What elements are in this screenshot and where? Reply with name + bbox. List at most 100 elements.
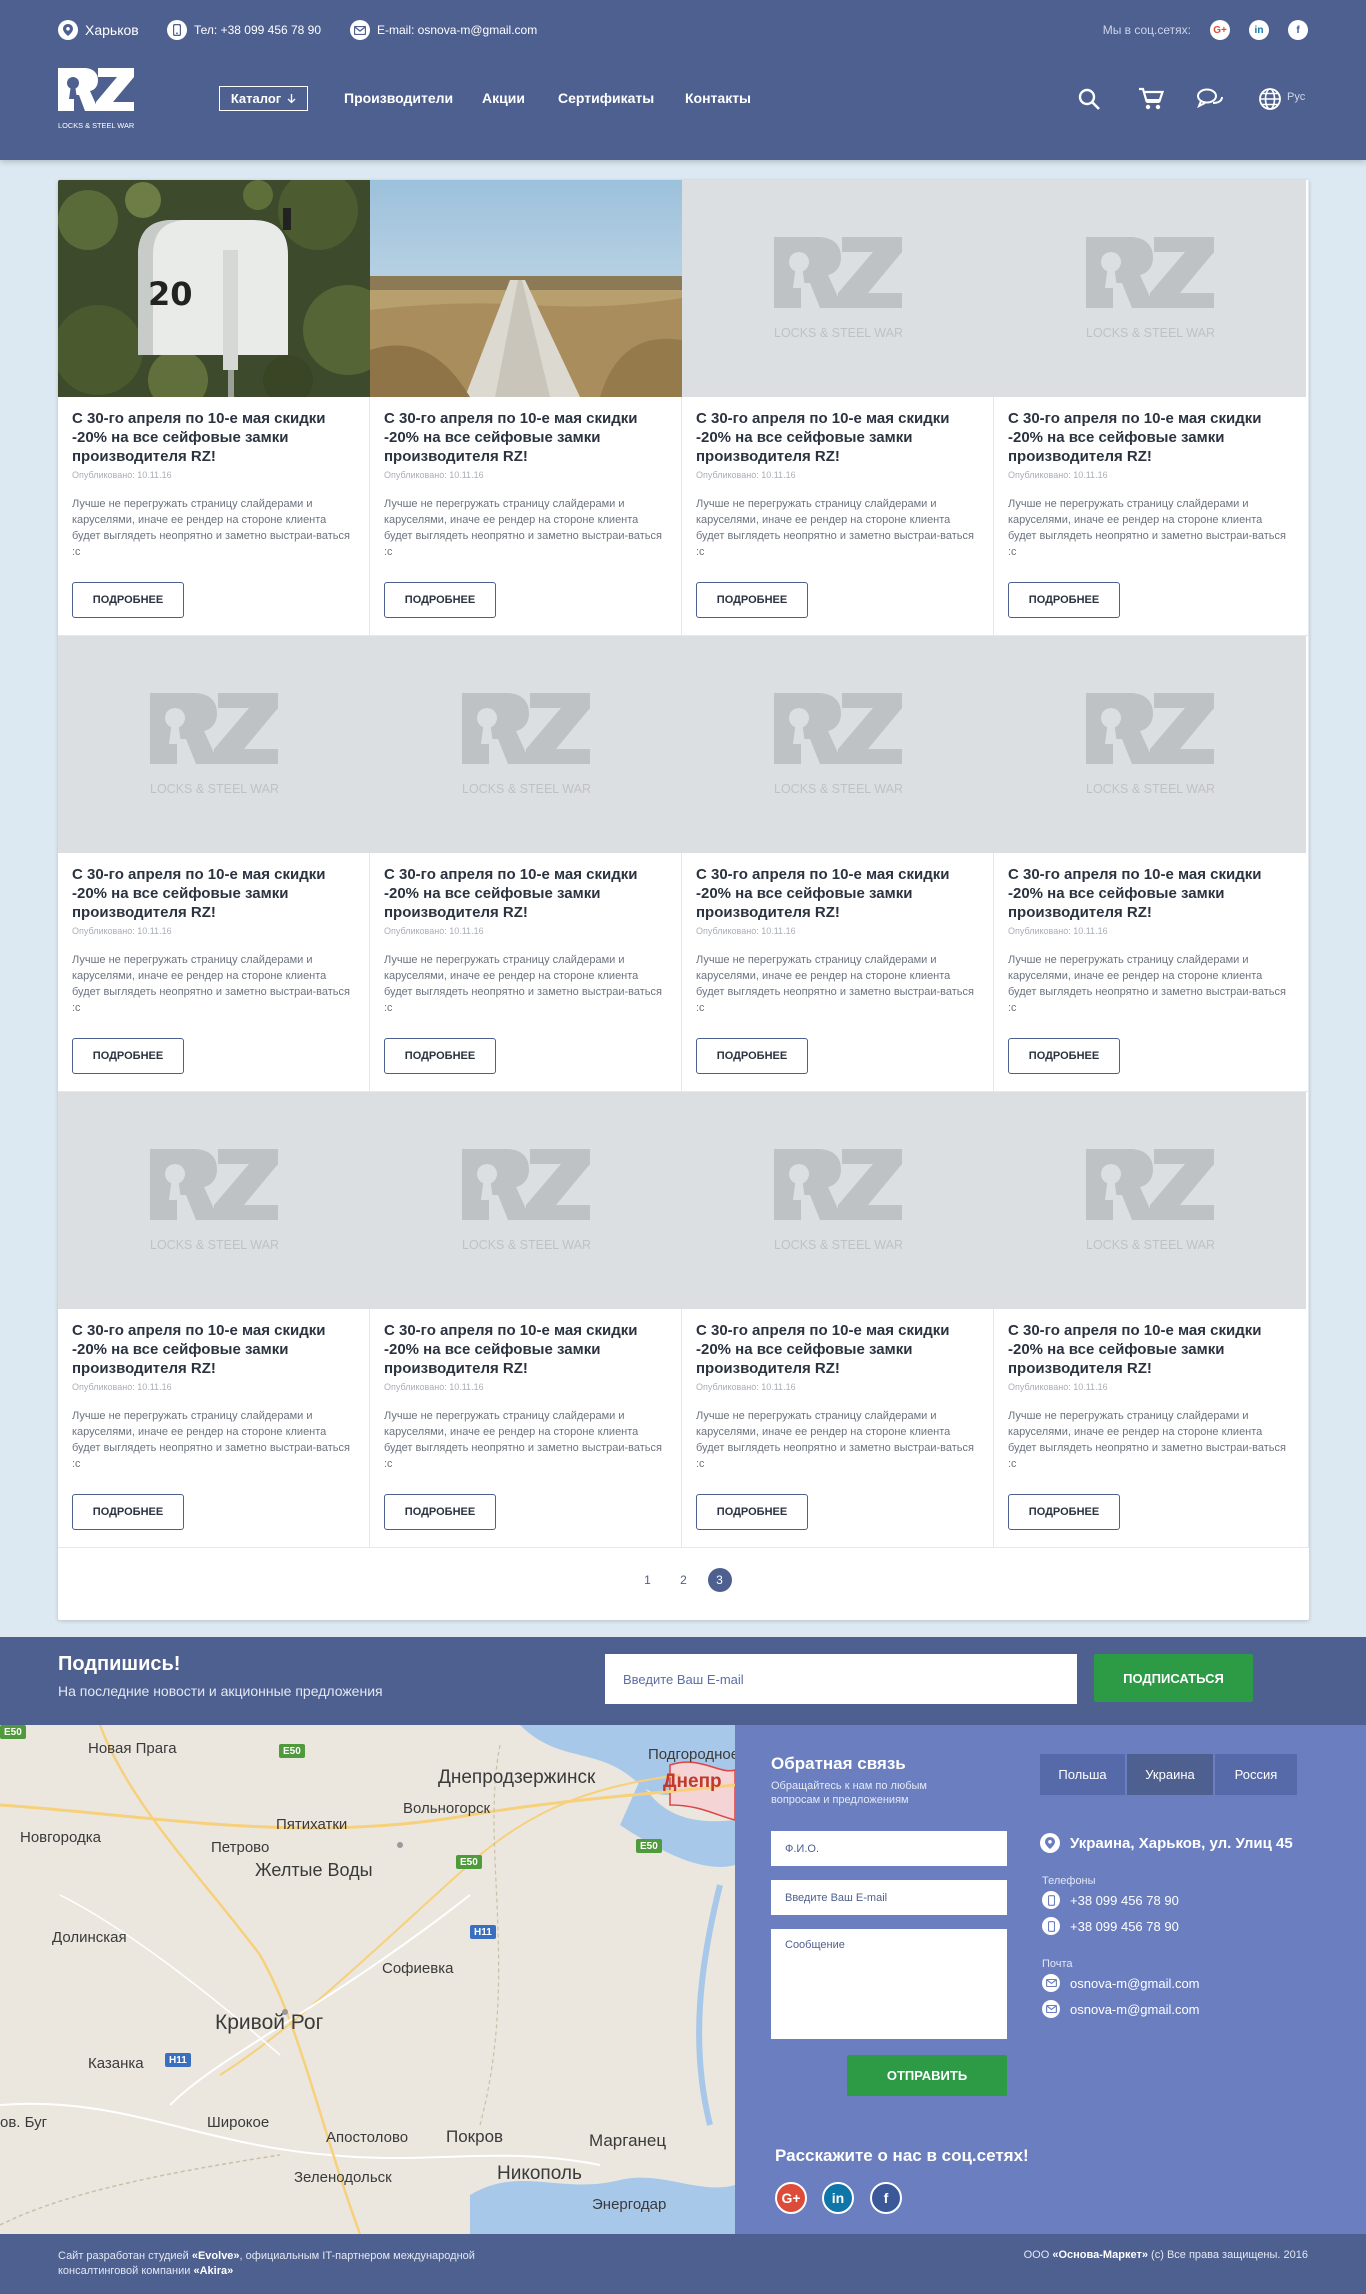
news-image-placeholder[interactable]: LOCKS & STEEL WARES: [370, 1092, 682, 1309]
nav-promotions[interactable]: Акции: [482, 90, 525, 106]
studio-link[interactable]: «Evolve»: [192, 2250, 240, 2262]
subscribe-bar: Подпишись! На последние новости и акцион…: [0, 1637, 1366, 1725]
map-city: Марганец: [589, 2131, 667, 2150]
subscribe-email-input[interactable]: [605, 1654, 1077, 1704]
map-city: Пятихатки: [276, 1816, 348, 1833]
read-more-button[interactable]: ПОДРОБНЕЕ: [72, 1494, 184, 1530]
contact-phone[interactable]: +38 099 456 78 90: [1042, 1891, 1179, 1909]
map-city: Апостолово: [326, 2129, 409, 2146]
news-title[interactable]: С 30-го апреля по 10-е мая скидки -20% н…: [696, 865, 986, 922]
road-badge: E50: [279, 1744, 305, 1758]
news-image-placeholder[interactable]: LOCKS & STEEL WARES: [682, 180, 994, 397]
read-more-button[interactable]: ПОДРОБНЕЕ: [1008, 582, 1120, 618]
news-title[interactable]: С 30-го апреля по 10-е мая скидки -20% н…: [696, 409, 986, 466]
search-icon[interactable]: [1077, 87, 1101, 111]
page-1-button[interactable]: 1: [636, 1568, 660, 1592]
globe-icon[interactable]: [1258, 87, 1282, 111]
city-selector[interactable]: Харьков: [58, 20, 139, 40]
message-field[interactable]: [771, 1929, 1007, 2039]
news-title[interactable]: С 30-го апреля по 10-е мая скидки -20% н…: [696, 1321, 986, 1378]
subscribe-button[interactable]: ПОДПИСАТЬСЯ: [1094, 1654, 1253, 1702]
contact-email[interactable]: osnova-m@gmail.com: [1042, 2000, 1200, 2018]
header-phone[interactable]: Тел: +38 099 456 78 90: [167, 20, 321, 40]
road-badge: E50: [0, 1725, 26, 1739]
rz-placeholder-logo-icon: LOCKS & STEEL WARES: [1086, 237, 1214, 340]
name-field[interactable]: [771, 1831, 1007, 1866]
read-more-button[interactable]: ПОДРОБНЕЕ: [384, 582, 496, 618]
read-more-button[interactable]: ПОДРОБНЕЕ: [384, 1494, 496, 1530]
read-more-button[interactable]: ПОДРОБНЕЕ: [696, 582, 808, 618]
google-plus-icon[interactable]: G+: [775, 2182, 807, 2214]
news-title[interactable]: С 30-го апреля по 10-е мая скидки -20% н…: [1008, 1321, 1298, 1378]
linkedin-icon[interactable]: in: [822, 2182, 854, 2214]
company-link[interactable]: «Akira»: [193, 2265, 233, 2277]
read-more-button[interactable]: ПОДРОБНЕЕ: [72, 582, 184, 618]
news-image-field[interactable]: [370, 180, 682, 397]
news-card: LOCKS & STEEL WARES С 30-го апреля по 10…: [370, 1092, 682, 1548]
read-more-button[interactable]: ПОДРОБНЕЕ: [1008, 1494, 1120, 1530]
facebook-icon[interactable]: f: [870, 2182, 902, 2214]
footer-text: ООО: [1023, 2249, 1053, 2261]
news-title[interactable]: С 30-го апреля по 10-е мая скидки -20% н…: [72, 1321, 362, 1378]
tab-russia[interactable]: Россия: [1215, 1754, 1297, 1795]
news-card: С 30-го апреля по 10-е мая скидки -20% н…: [370, 180, 682, 636]
read-more-button[interactable]: ПОДРОБНЕЕ: [696, 1038, 808, 1074]
news-title[interactable]: С 30-го апреля по 10-е мая скидки -20% н…: [72, 865, 362, 922]
read-more-button[interactable]: ПОДРОБНЕЕ: [696, 1494, 808, 1530]
arrow-down-icon: [287, 93, 296, 103]
mail-label: Почта: [1042, 1958, 1073, 1970]
email-field[interactable]: [771, 1880, 1007, 1915]
tab-poland[interactable]: Польша: [1040, 1754, 1125, 1795]
map-city: Кривой Рог: [215, 2011, 324, 2034]
news-excerpt: Лучше не перегружать страницу слайдерами…: [72, 954, 350, 1014]
news-image-placeholder[interactable]: LOCKS & STEEL WARES: [682, 1092, 994, 1309]
page-2-button[interactable]: 2: [672, 1568, 696, 1592]
linkedin-icon[interactable]: in: [1249, 20, 1269, 40]
map[interactable]: Новая Прага Подгородное Днепродзержинск …: [0, 1725, 735, 2234]
news-date: Опубликовано: 10.11.16: [72, 470, 172, 480]
news-title[interactable]: С 30-го апреля по 10-е мая скидки -20% н…: [72, 409, 362, 466]
news-title[interactable]: С 30-го апреля по 10-е мая скидки -20% н…: [384, 865, 674, 922]
news-title[interactable]: С 30-го апреля по 10-е мая скидки -20% н…: [1008, 409, 1298, 466]
language-selector[interactable]: Рус: [1287, 91, 1305, 103]
google-plus-icon[interactable]: G+: [1210, 20, 1230, 40]
news-title[interactable]: С 30-го апреля по 10-е мая скидки -20% н…: [384, 409, 674, 466]
nav-certificates[interactable]: Сертификаты: [558, 90, 654, 106]
contact-email[interactable]: osnova-m@gmail.com: [1042, 1974, 1200, 1992]
page-3-button[interactable]: 3: [707, 1568, 732, 1592]
road-badge: H11: [165, 2053, 191, 2067]
main-nav: Каталог Производители Акции Сертификаты …: [219, 86, 751, 111]
news-image-placeholder[interactable]: LOCKS & STEEL WARES: [994, 1092, 1306, 1309]
cart-icon[interactable]: [1138, 87, 1164, 111]
news-image-placeholder[interactable]: LOCKS & STEEL WARES: [58, 636, 370, 853]
news-title[interactable]: С 30-го апреля по 10-е мая скидки -20% н…: [1008, 865, 1298, 922]
read-more-button[interactable]: ПОДРОБНЕЕ: [72, 1038, 184, 1074]
news-image-placeholder[interactable]: LOCKS & STEEL WARES: [370, 636, 682, 853]
news-card: LOCKS & STEEL WARES С 30-го апреля по 10…: [682, 1092, 994, 1548]
news-card: LOCKS & STEEL WARES С 30-го апреля по 10…: [994, 636, 1309, 1092]
news-image-mailbox[interactable]: 20: [58, 180, 370, 397]
news-title[interactable]: С 30-го апреля по 10-е мая скидки -20% н…: [384, 1321, 674, 1378]
news-card: 20 С 30-го апреля по 10-е мая скидки -20…: [58, 180, 370, 636]
news-image-placeholder[interactable]: LOCKS & STEEL WARES: [994, 636, 1306, 853]
news-date: Опубликовано: 10.11.16: [1008, 1382, 1108, 1392]
send-button[interactable]: ОТПРАВИТЬ: [847, 2055, 1007, 2096]
pagination: 1 2 3: [58, 1560, 1309, 1600]
news-image-placeholder[interactable]: LOCKS & STEEL WARES: [682, 636, 994, 853]
tab-ukraine[interactable]: Украина: [1127, 1754, 1213, 1795]
nav-manufacturers[interactable]: Производители: [344, 90, 453, 106]
news-image-placeholder[interactable]: LOCKS & STEEL WARES: [994, 180, 1306, 397]
read-more-button[interactable]: ПОДРОБНЕЕ: [1008, 1038, 1120, 1074]
contact-phone[interactable]: +38 099 456 78 90: [1042, 1917, 1179, 1935]
site-logo[interactable]: LOCKS & STEEL WARES: [58, 68, 144, 132]
header-email[interactable]: E-mail: osnova-m@gmail.com: [350, 20, 537, 40]
facebook-icon[interactable]: f: [1288, 20, 1308, 40]
catalog-dropdown-button[interactable]: Каталог: [219, 86, 308, 111]
rz-placeholder-logo-icon: LOCKS & STEEL WARES: [462, 1149, 590, 1252]
phone-number: +38 099 456 78 90: [1070, 1892, 1179, 1908]
read-more-button[interactable]: ПОДРОБНЕЕ: [384, 1038, 496, 1074]
news-image-placeholder[interactable]: LOCKS & STEEL WARES: [58, 1092, 370, 1309]
nav-contacts[interactable]: Контакты: [685, 90, 751, 106]
chat-icon[interactable]: [1196, 87, 1224, 111]
footer-credits: Сайт разработан студией «Evolve», официа…: [58, 2249, 518, 2279]
